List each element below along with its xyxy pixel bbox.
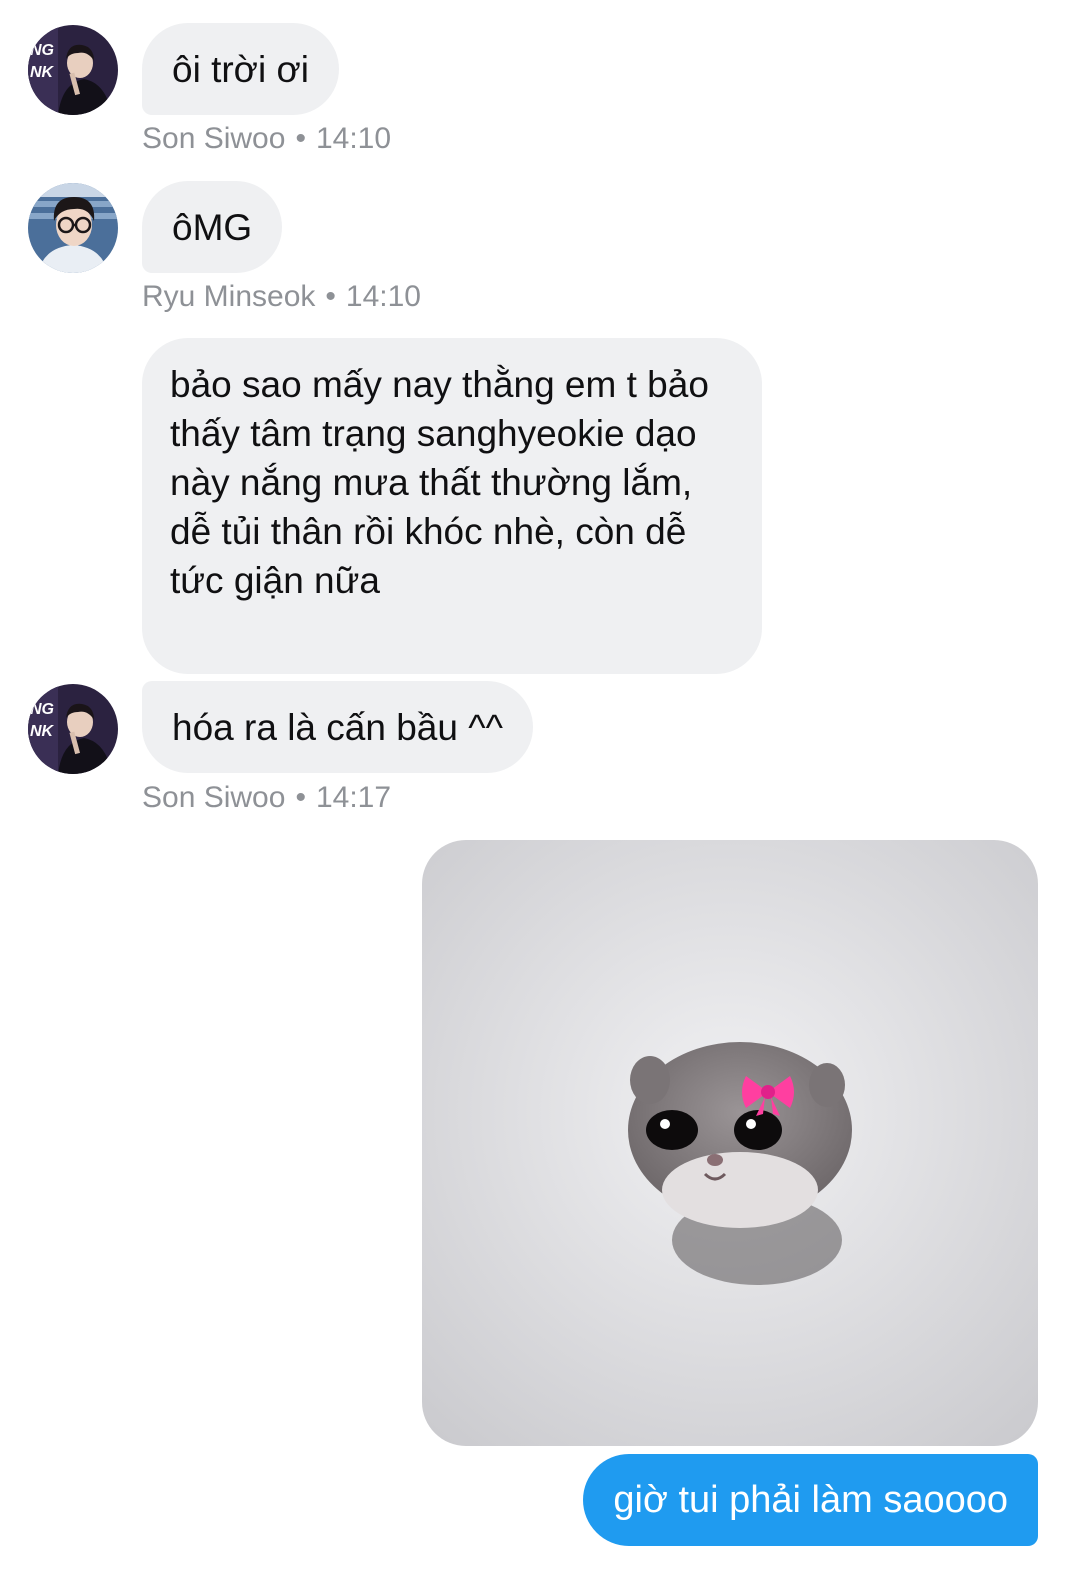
message-text: ôMG [172, 207, 253, 248]
sender-name: Son Siwoo [142, 781, 286, 814]
meta-separator: • [325, 280, 336, 313]
message-meta: Son Siwoo • 14:17 [142, 781, 391, 815]
timestamp: 14:10 [345, 280, 421, 313]
message-text: hóa ra là cấn bầu ^^ [172, 707, 503, 748]
timestamp: 14:17 [315, 781, 392, 814]
svg-text:NK: NK [30, 723, 55, 740]
message-meta: Ryu Minseok • 14:10 [142, 280, 421, 314]
sent-message-bubble[interactable]: giờ tui phải làm saoooo [583, 1454, 1038, 1546]
message-bubble[interactable]: bảo sao mấy nay thằng em t bảo thấy tâm … [142, 338, 762, 674]
sender-name: Son Siwoo [142, 122, 286, 155]
message-text: ôi trời ơi [172, 49, 309, 90]
timestamp: 14:10 [315, 122, 392, 155]
message-bubble[interactable]: hóa ra là cấn bầu ^^ [142, 681, 533, 773]
avatar-son-siwoo[interactable]: NG NK [28, 684, 118, 774]
svg-text:NG: NG [30, 701, 54, 718]
message-text: bảo sao mấy nay thằng em t bảo thấy tâm … [170, 364, 709, 601]
avatar-son-siwoo[interactable]: NG NK [28, 25, 118, 115]
svg-text:NG: NG [30, 42, 54, 59]
sent-message-text: giờ tui phải làm saoooo [613, 1479, 1008, 1521]
message-bubble[interactable]: ôMG [142, 181, 283, 273]
meta-separator: • [295, 122, 306, 155]
message-bubble[interactable]: ôi trời ơi [142, 23, 339, 115]
meta-separator: • [295, 781, 306, 814]
sent-image-hamster[interactable] [422, 840, 1038, 1446]
avatar-ryu-minseok[interactable] [28, 183, 118, 273]
sender-name: Ryu Minseok [142, 280, 316, 313]
message-meta: Son Siwoo • 14:10 [142, 122, 391, 156]
svg-text:NK: NK [30, 64, 55, 81]
